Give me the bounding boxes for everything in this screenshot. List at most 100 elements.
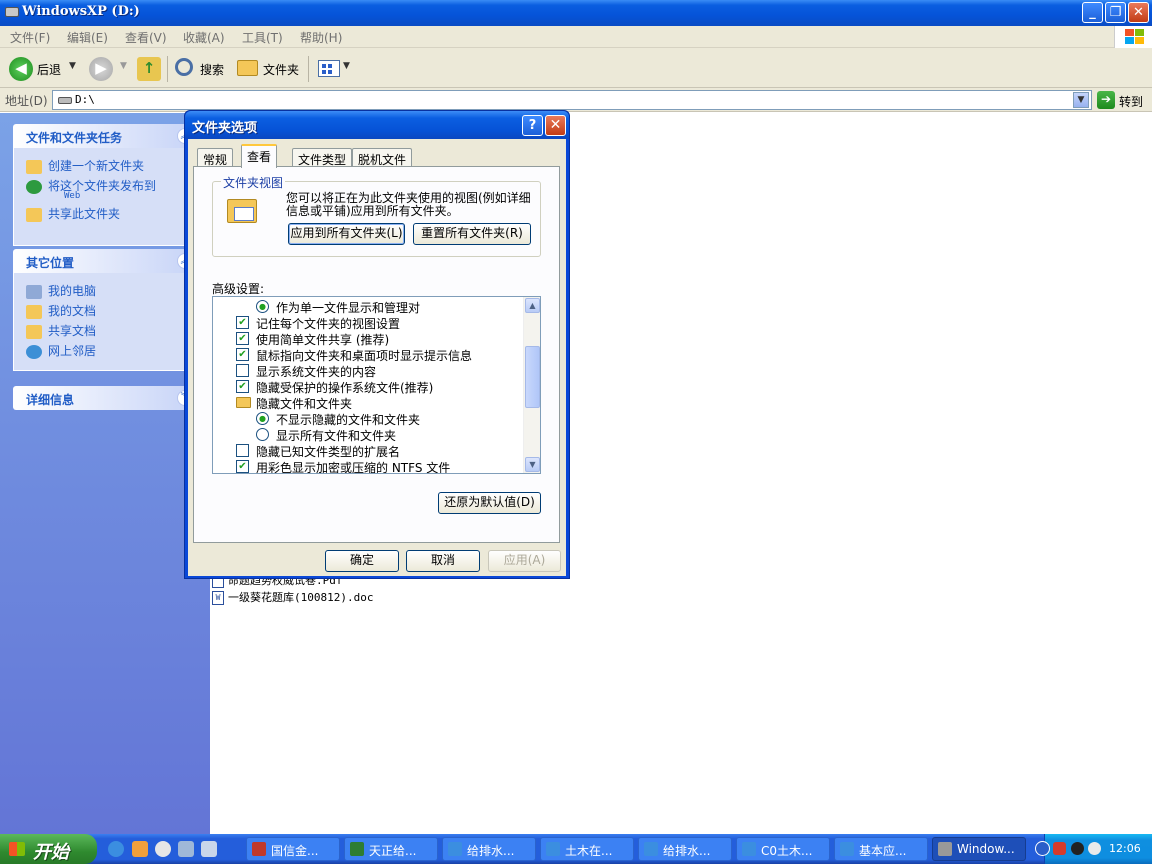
folders-button-label[interactable]: 文件夹 <box>263 61 299 78</box>
tab-view[interactable]: 查看 <box>241 144 278 168</box>
taskbar-button-label: 土木在... <box>565 844 613 858</box>
task-share-folder[interactable]: 共享此文件夹 <box>26 205 120 222</box>
radio-button[interactable]: ● <box>256 412 269 425</box>
checkbox[interactable] <box>236 364 249 377</box>
tab-file-types[interactable]: 文件类型 <box>292 148 353 167</box>
checkbox[interactable]: ✔ <box>236 332 249 345</box>
taskbar-button[interactable]: C0土木... <box>736 837 830 861</box>
cancel-button[interactable]: 取消 <box>406 550 480 572</box>
back-dropdown-icon[interactable]: ▼ <box>69 61 76 71</box>
apply-button[interactable]: 应用(A) <box>488 550 561 572</box>
drive-icon <box>5 7 19 17</box>
taskbar-button[interactable]: 给排水... <box>638 837 732 861</box>
taskbar-button[interactable]: Window... <box>932 837 1026 861</box>
menu-help[interactable]: 帮助(H) <box>300 29 342 46</box>
advanced-settings-scrollbar[interactable]: ▲ ▼ <box>523 297 540 473</box>
forward-arrow-icon[interactable]: ▶ <box>89 57 113 81</box>
new-folder-icon <box>26 159 42 174</box>
media-player-icon[interactable] <box>155 841 171 857</box>
menu-bar: 文件(F) 编辑(E) 查看(V) 收藏(A) 工具(T) 帮助(H) <box>0 26 1152 48</box>
place-my-computer[interactable]: 我的电脑 <box>26 282 96 299</box>
checkbox[interactable] <box>236 444 249 457</box>
file-item[interactable]: W 一级葵花题库(100812).doc <box>212 589 373 605</box>
taskbar-button-label: C0土木... <box>761 844 813 858</box>
taskbar-button[interactable]: 国信金... <box>246 837 340 861</box>
internet-explorer-icon[interactable] <box>108 841 124 857</box>
taskbar-app-icon <box>252 842 266 856</box>
file-tasks-header[interactable]: 文件和文件夹任务 ︽ <box>13 124 197 148</box>
address-dropdown-icon[interactable]: ▼ <box>1073 92 1089 108</box>
folders-icon[interactable] <box>237 60 258 76</box>
menu-favorites[interactable]: 收藏(A) <box>183 29 225 46</box>
taskbar-button[interactable]: 基本应... <box>834 837 928 861</box>
standard-toolbar: ◀ 后退 ▼ ▶ ▼ ↑ 搜索 文件夹 ▼ <box>0 48 1152 88</box>
show-desktop-icon[interactable] <box>201 841 217 857</box>
checkbox[interactable]: ✔ <box>236 348 249 361</box>
close-icon[interactable]: ✕ <box>545 115 566 136</box>
windows-logo-icon <box>1114 26 1152 48</box>
radio-button[interactable] <box>256 428 269 441</box>
scroll-down-icon[interactable]: ▼ <box>525 457 540 472</box>
menu-tools[interactable]: 工具(T) <box>242 29 283 46</box>
go-button-label[interactable]: 转到 <box>1119 93 1143 110</box>
scroll-thumb[interactable] <box>525 346 540 408</box>
ok-button[interactable]: 确定 <box>325 550 399 572</box>
checkbox[interactable]: ✔ <box>236 460 249 473</box>
place-network[interactable]: 网上邻居 <box>26 342 96 359</box>
place-my-documents[interactable]: 我的文档 <box>26 302 96 319</box>
views-icon[interactable] <box>318 60 340 77</box>
taskbar-button[interactable]: 天正给... <box>344 837 438 861</box>
share-folder-icon <box>26 207 42 222</box>
back-button-label[interactable]: 后退 <box>37 61 61 78</box>
tab-offline-files[interactable]: 脱机文件 <box>352 148 413 167</box>
menu-view[interactable]: 查看(V) <box>125 29 167 46</box>
other-places-header[interactable]: 其它位置 ︽ <box>13 249 197 273</box>
advanced-setting-label: 隐藏文件和文件夹 <box>256 397 353 411</box>
restore-button[interactable]: ❐ <box>1105 2 1126 23</box>
forward-dropdown-icon[interactable]: ▼ <box>120 61 127 71</box>
volume-tray-icon[interactable] <box>1088 842 1101 855</box>
place-shared-documents[interactable]: 共享文档 <box>26 322 96 339</box>
task-web-suffix[interactable]: Web <box>64 191 80 201</box>
advanced-settings-list[interactable]: ● 作为单一文件显示和管理对 ✔ 记住每个文件夹的视图设置 ✔ 使用简单文件共享 (推荐)… <box>212 296 541 474</box>
minimize-button[interactable]: _ <box>1082 2 1103 23</box>
menu-file[interactable]: 文件(F) <box>10 29 50 46</box>
menu-edit[interactable]: 编辑(E) <box>67 29 108 46</box>
apply-to-all-folders-button[interactable]: 应用到所有文件夹(L) <box>288 223 405 245</box>
search-icon[interactable] <box>175 58 193 76</box>
close-button[interactable]: ✕ <box>1128 2 1149 23</box>
quick-launch-icon[interactable] <box>178 841 194 857</box>
address-input[interactable]: D:\ ▼ <box>52 90 1092 110</box>
help-icon[interactable]: ? <box>522 115 543 136</box>
taskbar-button[interactable]: 土木在... <box>540 837 634 861</box>
start-label: 开始 <box>33 842 69 863</box>
qq-tray-icon[interactable] <box>1071 842 1084 855</box>
reset-all-folders-button[interactable]: 重置所有文件夹(R) <box>413 223 531 245</box>
views-dropdown-icon[interactable]: ▼ <box>343 61 350 71</box>
address-value[interactable]: D:\ <box>75 93 95 106</box>
up-folder-icon[interactable]: ↑ <box>137 57 161 81</box>
taskbar-app-icon <box>938 842 952 856</box>
go-arrow-icon[interactable]: ➔ <box>1097 91 1115 109</box>
search-button-label[interactable]: 搜索 <box>200 61 224 78</box>
restore-defaults-button[interactable]: 还原为默认值(D) <box>438 492 541 514</box>
scroll-up-icon[interactable]: ▲ <box>525 298 540 313</box>
details-header[interactable]: 详细信息 ︾ <box>13 386 197 410</box>
media-icon[interactable] <box>132 841 148 857</box>
antivirus-tray-icon[interactable] <box>1053 842 1066 855</box>
task-publish-web[interactable]: 将这个文件夹发布到 <box>26 177 156 194</box>
file-tasks-title: 文件和文件夹任务 <box>26 131 123 145</box>
back-arrow-icon[interactable]: ◀ <box>9 57 33 81</box>
tray-expand-icon[interactable] <box>1035 841 1050 856</box>
radio-button[interactable]: ● <box>256 300 269 313</box>
task-new-folder[interactable]: 创建一个新文件夹 <box>26 157 144 174</box>
checkbox[interactable]: ✔ <box>236 380 249 393</box>
taskbar-button[interactable]: 给排水... <box>442 837 536 861</box>
dialog-body: 常规 查看 文件类型 脱机文件 文件夹视图 您可以将正在为此文件夹使用的视图(例… <box>188 139 566 576</box>
advanced-setting-label: 显示所有文件和文件夹 <box>276 429 397 443</box>
checkbox[interactable]: ✔ <box>236 316 249 329</box>
advanced-setting-label: 显示系统文件夹的内容 <box>256 365 377 379</box>
word-document-icon: W <box>212 591 224 605</box>
start-button[interactable]: 开始 <box>0 834 97 864</box>
tab-general[interactable]: 常规 <box>197 148 234 167</box>
